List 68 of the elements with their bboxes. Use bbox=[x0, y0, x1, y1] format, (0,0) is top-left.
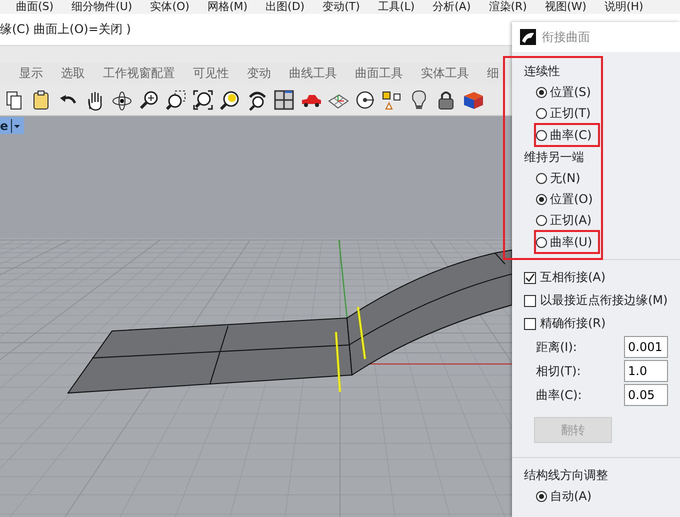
viewport-tab[interactable]: e bbox=[0, 117, 24, 134]
radio-button[interactable] bbox=[536, 173, 547, 184]
checkbox-label[interactable]: 以最接近点衔接边缘(M) bbox=[540, 292, 668, 309]
radio-button[interactable] bbox=[536, 130, 547, 140]
zoom-window-icon[interactable] bbox=[165, 89, 187, 111]
field-label: 曲率(C): bbox=[536, 386, 583, 404]
ribbon-tab[interactable]: 工作视窗配置 bbox=[94, 62, 184, 84]
option-label[interactable]: 曲率(C) bbox=[550, 126, 592, 144]
menu-item[interactable]: 变动(T) bbox=[322, 1, 360, 13]
rotate-view-icon[interactable] bbox=[246, 89, 268, 111]
checkbox[interactable] bbox=[524, 294, 536, 306]
checkbox[interactable] bbox=[524, 318, 536, 330]
caret-icon[interactable] bbox=[11, 118, 22, 132]
checkbox[interactable] bbox=[524, 272, 536, 284]
ribbon-tab[interactable]: 曲线工具 bbox=[280, 62, 346, 84]
ribbon-tab[interactable]: 细 bbox=[478, 62, 508, 84]
app-logo-icon bbox=[520, 29, 536, 45]
radio-button[interactable] bbox=[536, 215, 547, 226]
dialog-title: 衔接曲面 bbox=[542, 28, 590, 46]
menu-item[interactable]: 曲面(S) bbox=[16, 1, 54, 13]
zoom-selected-icon[interactable] bbox=[219, 89, 241, 111]
option-label[interactable]: 正切(T) bbox=[550, 105, 591, 122]
option-label[interactable]: 无(N) bbox=[550, 170, 580, 187]
radio-button[interactable] bbox=[536, 194, 547, 205]
option-label[interactable]: 位置(S) bbox=[550, 84, 591, 101]
zoom-extents-icon[interactable] bbox=[192, 89, 214, 111]
menu-item[interactable]: 网格(M) bbox=[207, 1, 248, 13]
menu-item[interactable]: 实体(O) bbox=[150, 1, 190, 13]
menu-item[interactable]: 细分物件(U) bbox=[72, 1, 132, 13]
option-label[interactable]: 正切(A) bbox=[550, 212, 592, 229]
option-label[interactable]: 位置(O) bbox=[550, 191, 593, 208]
ribbon-tab[interactable]: 曲面工具 bbox=[346, 62, 412, 84]
grid-layout-icon[interactable] bbox=[273, 89, 295, 111]
ribbon-tab[interactable]: 选取 bbox=[52, 62, 94, 84]
input-field[interactable]: 1.0 bbox=[624, 360, 668, 382]
field-label: 距离(I): bbox=[536, 338, 578, 356]
zoom-in-icon[interactable] bbox=[138, 89, 160, 111]
edge-marker-line bbox=[335, 332, 341, 392]
ribbon-tab[interactable]: 可见性 bbox=[184, 62, 238, 84]
command-prompt: 缘(C) 曲面上(O)=关闭 ) bbox=[0, 21, 131, 38]
radio-button[interactable] bbox=[536, 236, 547, 248]
field-label: 相切(T): bbox=[536, 362, 582, 380]
checkbox-label[interactable]: 精确衔接(R) bbox=[540, 315, 606, 332]
circle-point-icon[interactable] bbox=[354, 89, 376, 111]
radio-button[interactable] bbox=[536, 491, 547, 502]
ribbon-tab[interactable]: 变动 bbox=[238, 62, 280, 84]
checkbox-label[interactable]: 互相衔接(A) bbox=[540, 269, 606, 286]
menu-item[interactable]: 说明(H) bbox=[604, 1, 644, 13]
menu-item[interactable]: 渲染(R) bbox=[488, 1, 527, 13]
input-field[interactable]: 0.05 bbox=[624, 384, 668, 406]
input-field[interactable]: 0.001 bbox=[624, 336, 668, 358]
edge-marker-line bbox=[357, 306, 366, 360]
ribbon-tab[interactable]: 实体工具 bbox=[412, 62, 478, 84]
menu-item[interactable]: 工具(L) bbox=[378, 1, 415, 13]
radio-button[interactable] bbox=[536, 87, 547, 98]
menu-item[interactable]: 分析(A) bbox=[432, 1, 471, 13]
option-label[interactable]: 曲率(U) bbox=[550, 234, 592, 250]
shapes-icon[interactable] bbox=[381, 89, 403, 111]
group-title: 维持另一端 bbox=[524, 148, 584, 166]
group-title: 连续性 bbox=[524, 62, 560, 80]
radio-button[interactable] bbox=[536, 108, 547, 119]
option-label[interactable]: 自动(A) bbox=[550, 488, 592, 505]
rotate-icon[interactable] bbox=[111, 89, 133, 111]
menu-item[interactable]: 出图(D) bbox=[266, 1, 305, 13]
ribbon-tab[interactable]: 显示 bbox=[10, 62, 52, 84]
box-icon[interactable] bbox=[462, 89, 484, 111]
group-title: 结构线方向调整 bbox=[524, 466, 608, 484]
menu-item[interactable]: 视图(W) bbox=[544, 1, 586, 13]
